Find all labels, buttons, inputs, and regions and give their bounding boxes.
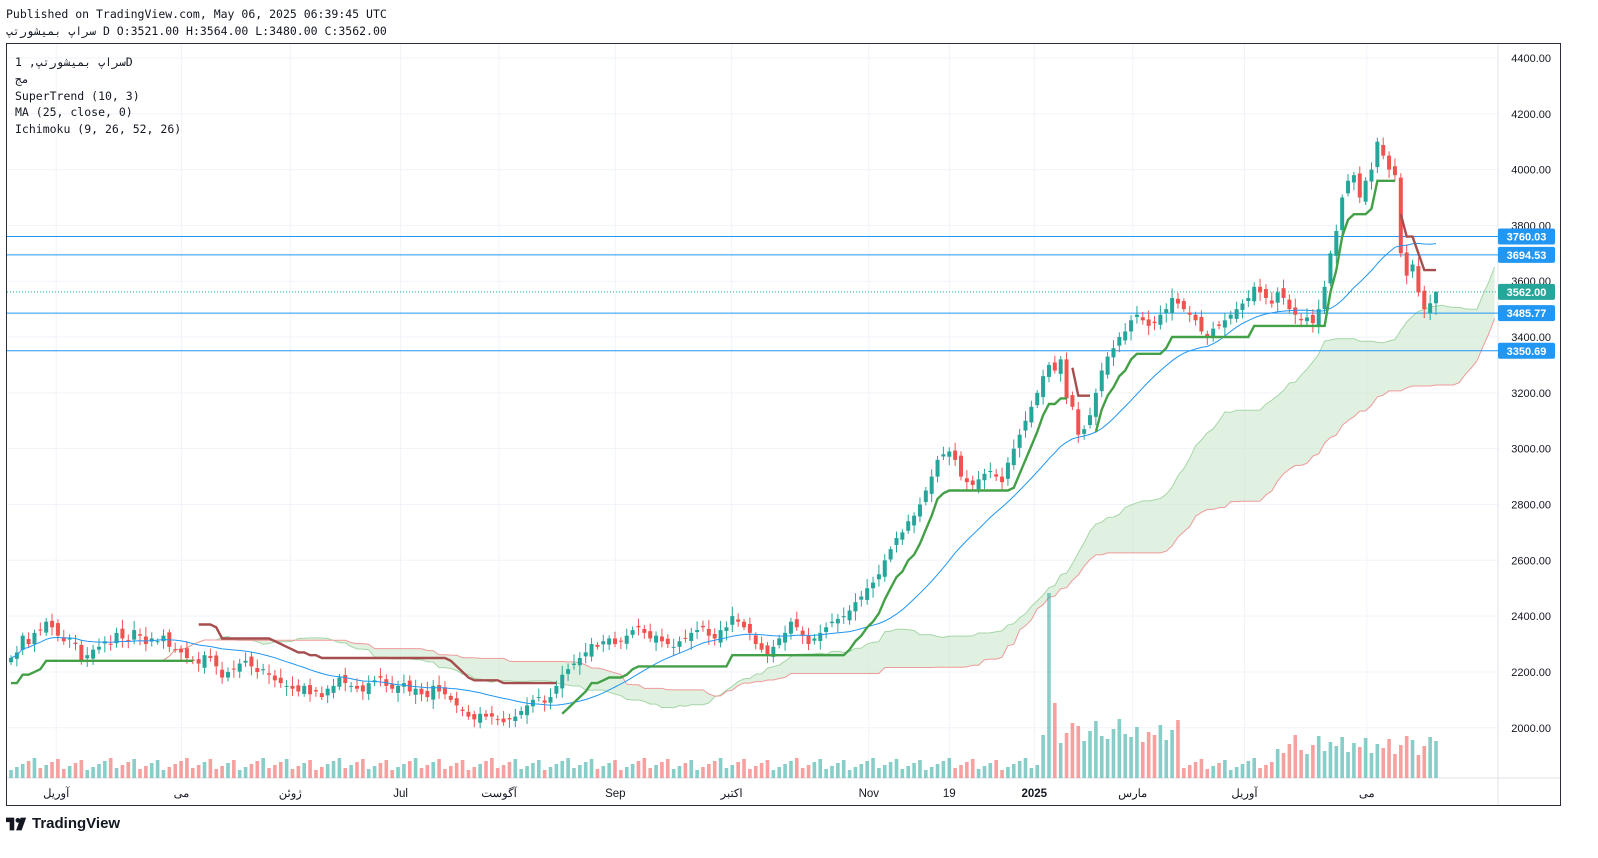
tradingview-logo[interactable]: TradingView — [6, 815, 120, 832]
legend-exchange: مج — [15, 71, 29, 86]
chart-legend: سراپ بمیشورتپ, 1D مج SuperTrend (10, 3) … — [15, 54, 181, 138]
legend-ma[interactable]: MA (25, close, 0) — [15, 104, 181, 121]
logo-text: TradingView — [32, 815, 121, 832]
legend-ichimoku[interactable]: Ichimoku (9, 26, 52, 26) — [15, 121, 181, 138]
chart-frame — [6, 43, 1561, 806]
legend-supertrend[interactable]: SuperTrend (10, 3) — [15, 88, 181, 105]
legend-symbol[interactable]: سراپ بمیشورتپ, 1D — [15, 54, 181, 71]
tradingview-logo-icon — [6, 817, 27, 830]
